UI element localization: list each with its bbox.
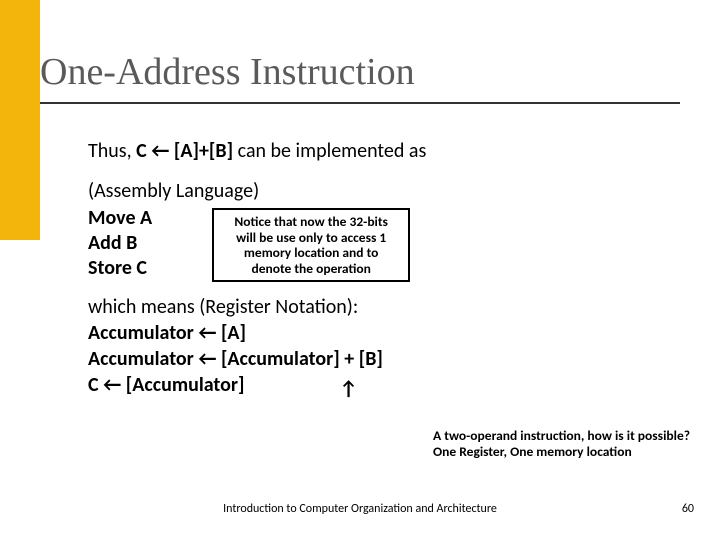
content-area: Thus, C ← [A]+[B] can be implemented as …: [88, 138, 683, 398]
asm-heading: (Assembly Language): [88, 178, 683, 204]
intro-line: Thus, C ← [A]+[B] can be implemented as: [88, 138, 683, 164]
intro-pre: Thus,: [88, 139, 136, 163]
asm-add: Add B: [88, 231, 152, 256]
asm-store: Store C: [88, 256, 152, 281]
notice-box: Notice that now the 32-bits will be use …: [212, 208, 410, 282]
notice-l2: will be use only to access 1: [224, 230, 398, 246]
reg-l2: Accumulator ← [Accumulator] + [B]: [88, 346, 683, 372]
footnote: A two-operand instruction, how is it pos…: [433, 428, 690, 460]
up-arrow-icon: ↑: [339, 376, 357, 402]
asm-col: Move A Add B Store C: [88, 206, 152, 281]
footnote-l2: One Register, One memory location: [433, 444, 690, 460]
footer-text: Introduction to Computer Organization an…: [0, 502, 720, 516]
asm-row: Move A Add B Store C Notice that now the…: [88, 206, 683, 282]
reg-l3-text: C ← [Accumulator]: [88, 373, 245, 397]
slide-title: One-Address Instruction: [40, 50, 415, 94]
notice-l1: Notice that now the 32-bits: [224, 214, 398, 230]
reg-l3: C ← [Accumulator] ↑: [88, 372, 683, 398]
page-number: 60: [682, 502, 694, 516]
accent-bar: [0, 0, 40, 240]
intro-post: can be implemented as: [233, 139, 426, 163]
title-underline: [40, 102, 680, 104]
notice-l4: denote the operation: [224, 261, 398, 277]
reg-heading: which means (Register Notation):: [88, 294, 683, 320]
footnote-l1: A two-operand instruction, how is it pos…: [433, 428, 690, 444]
notice-l3: memory location and to: [224, 245, 398, 261]
intro-expr: C ← [A]+[B]: [136, 139, 233, 163]
reg-l1: Accumulator ← [A]: [88, 320, 683, 346]
asm-move: Move A: [88, 206, 152, 231]
